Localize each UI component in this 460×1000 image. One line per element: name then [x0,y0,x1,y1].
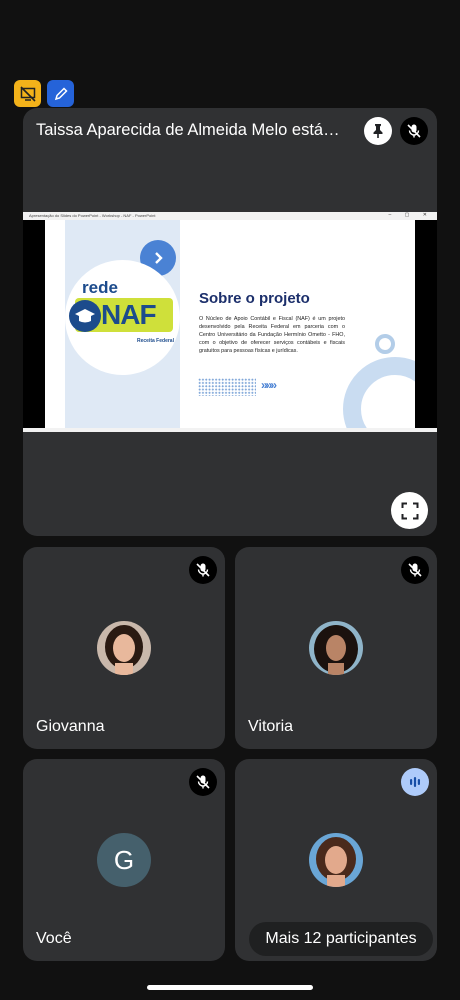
screen-share-off-icon[interactable] [14,80,41,107]
slide-body: O Núcleo de Apoio Contábil e Fiscal (NAF… [199,316,345,354]
pen-annotate-icon[interactable] [47,80,74,107]
ring-decoration-small [375,334,395,354]
avatar [309,621,363,675]
more-participants-button[interactable]: Mais 12 participantes [249,922,433,956]
participant-name: Você [36,930,72,947]
logo-receita-text: Receita Federal [137,338,174,344]
participant-name: Giovanna [36,718,105,735]
graduation-cap-icon [69,300,101,332]
speaking-icon [401,768,429,796]
avatar [97,621,151,675]
avatar-initial: G [97,833,151,887]
participant-name: Vitoria [248,718,294,735]
mic-off-icon [189,556,217,584]
participant-tile[interactable]: Vitoria [235,547,437,749]
presentation-tile[interactable]: Taissa Aparecida de Almeida Melo está ap… [23,108,437,536]
avatar [309,833,363,887]
mic-off-icon [400,117,428,145]
powerpoint-titlebar: Apresentação do Slides do PowerPoint - W… [23,212,437,220]
ring-decoration-large [343,357,415,428]
mic-off-icon [189,768,217,796]
presenter-label: Taissa Aparecida de Almeida Melo está ap… [36,121,341,139]
home-indicator[interactable] [147,985,313,990]
window-controls: – ▢ ✕ [388,212,433,218]
logo-rede-text: rede [82,278,118,297]
top-icons [14,80,74,107]
slide: rede NAF Receita Federal Sobre o projeto… [45,220,415,428]
dots-decoration [198,378,256,396]
shared-screen: Apresentação do Slides do PowerPoint - W… [23,212,437,432]
mic-off-icon [401,556,429,584]
pin-icon[interactable] [364,117,392,145]
participant-tile-self[interactable]: G Você [23,759,225,961]
participant-tile[interactable]: Giovanna [23,547,225,749]
logo-naf-text: NAF [101,299,157,330]
slide-title: Sobre o projeto [199,290,310,307]
chevrons-decoration: »»» [261,378,277,392]
fullscreen-icon[interactable] [391,492,428,529]
powerpoint-statusbar [23,428,437,432]
